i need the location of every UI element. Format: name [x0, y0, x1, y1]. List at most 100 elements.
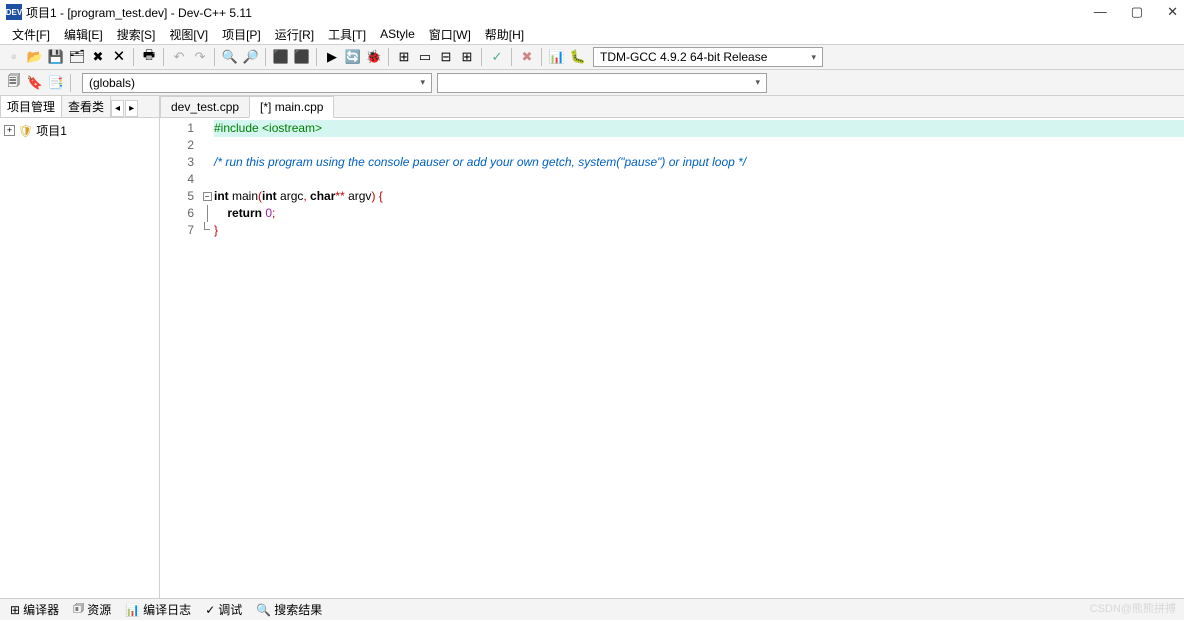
- bottom-tabs: ⊞编译器 🗊资源 📊编译日志 ✓调试 🔍搜索结果: [0, 598, 1184, 620]
- toolbar-separator: [316, 48, 318, 66]
- compile-icon[interactable]: ⬛: [271, 47, 291, 67]
- toolbar-separator: [133, 48, 135, 66]
- undo-icon[interactable]: ↶: [169, 47, 189, 67]
- sidebar-nav-right[interactable]: ▸: [125, 100, 138, 117]
- tree-expand-icon[interactable]: +: [4, 125, 15, 136]
- sidebar-tab-project[interactable]: 项目管理: [0, 95, 62, 117]
- project-sidebar: 项目管理 查看类 ◂ ▸ + 🛡 项目1: [0, 96, 160, 598]
- code-include: #include <iostream>: [214, 121, 322, 135]
- minimize-button[interactable]: —: [1094, 4, 1107, 20]
- line-number: 7: [162, 222, 194, 239]
- menu-window[interactable]: 窗口[W]: [423, 25, 477, 44]
- code-content[interactable]: #include <iostream> /* run this program …: [214, 118, 1184, 598]
- toolbar-separator: [214, 48, 216, 66]
- profile-icon[interactable]: 📊: [547, 47, 567, 67]
- toolbar-secondary: 🗐 🔖 📑 (globals) ▾ ▾: [0, 70, 1184, 96]
- line-gutter: 1 2 3 4 5 6 7: [160, 118, 200, 598]
- compile-run-icon[interactable]: ▶: [322, 47, 342, 67]
- new-project-icon[interactable]: 🗐: [4, 73, 24, 93]
- close-button[interactable]: ✕: [1167, 4, 1178, 20]
- title-bar: DEV 项目1 - [program_test.dev] - Dev-C++ 5…: [0, 0, 1184, 24]
- compiler-select[interactable]: TDM-GCC 4.9.2 64-bit Release ▾: [593, 47, 823, 67]
- compiler-select-value: TDM-GCC 4.9.2 64-bit Release: [600, 50, 767, 64]
- chevron-down-icon: ▾: [811, 52, 816, 63]
- menu-file[interactable]: 文件[F]: [6, 25, 56, 44]
- print-icon[interactable]: 🖶: [139, 47, 159, 67]
- menu-project[interactable]: 项目[P]: [216, 25, 267, 44]
- open-file-icon[interactable]: 📂: [25, 47, 45, 67]
- window-icon[interactable]: ▭: [415, 47, 435, 67]
- toolbar-main: ▫️ 📂 💾 🗂 ✖ 🗙 🖶 ↶ ↷ 🔍 🔎 ⬛ ⬛ ▶ 🔄 🐞 ⊞ ▭ ⊟ ⊞…: [0, 44, 1184, 70]
- toolbar-separator: [70, 74, 72, 92]
- menu-view[interactable]: 视图[V]: [163, 25, 214, 44]
- stack-icon: 🗊: [73, 599, 84, 620]
- rebuild-all-icon[interactable]: 🔄: [343, 47, 363, 67]
- fold-toggle-icon[interactable]: −: [203, 192, 212, 201]
- menu-search[interactable]: 搜索[S]: [111, 25, 162, 44]
- bottom-tab-compilelog[interactable]: 📊编译日志: [119, 599, 197, 620]
- project-tree: + 🛡 项目1: [0, 118, 159, 598]
- line-number: 5: [162, 188, 194, 205]
- debug-icon[interactable]: 🐞: [364, 47, 384, 67]
- goto-bookmark-icon[interactable]: 📑: [46, 73, 66, 93]
- toolbar-separator: [511, 48, 513, 66]
- toolbar-separator: [388, 48, 390, 66]
- new-file-icon[interactable]: ▫️: [4, 47, 24, 67]
- code-editor[interactable]: 1 2 3 4 5 6 7 − #include <iostream> /* r…: [160, 118, 1184, 598]
- menu-help[interactable]: 帮助[H]: [479, 25, 530, 44]
- sidebar-tab-class[interactable]: 查看类: [61, 95, 111, 117]
- chart-icon: 📊: [125, 603, 140, 617]
- shield-icon: 🛡: [18, 124, 33, 138]
- menu-edit[interactable]: 编辑[E]: [58, 25, 109, 44]
- code-comment: /* run this program using the console pa…: [214, 155, 746, 169]
- chevron-down-icon: ▾: [420, 77, 425, 88]
- fold-column: −: [200, 118, 214, 598]
- menu-tools[interactable]: 工具[T]: [322, 25, 372, 44]
- redo-icon[interactable]: ↷: [190, 47, 210, 67]
- toolbar-separator: [541, 48, 543, 66]
- maximize-button[interactable]: ▢: [1131, 4, 1143, 20]
- toolbar-separator: [265, 48, 267, 66]
- sidebar-tabs: 项目管理 查看类 ◂ ▸: [0, 96, 159, 118]
- find-icon[interactable]: 🔍: [220, 47, 240, 67]
- line-number: 1: [162, 120, 194, 137]
- class-scope-value: (globals): [89, 76, 135, 90]
- tree-root-label: 项目1: [36, 122, 67, 139]
- check-icon[interactable]: ✓: [487, 47, 507, 67]
- grid2-icon[interactable]: ⊟: [436, 47, 456, 67]
- menu-astyle[interactable]: AStyle: [374, 26, 421, 42]
- grid1-icon[interactable]: ⊞: [394, 47, 414, 67]
- delete-profile-icon[interactable]: 🐛: [568, 47, 588, 67]
- search-icon: 🔍: [256, 603, 271, 617]
- line-number: 3: [162, 154, 194, 171]
- file-tab-devtest[interactable]: dev_test.cpp: [160, 96, 250, 117]
- bottom-tab-resources[interactable]: 🗊资源: [67, 597, 117, 622]
- main-area: 项目管理 查看类 ◂ ▸ + 🛡 项目1 dev_test.cpp [*] ma…: [0, 96, 1184, 598]
- run-icon[interactable]: ⬛: [292, 47, 312, 67]
- check-icon: ✓: [205, 603, 215, 617]
- bottom-tab-compiler[interactable]: ⊞编译器: [4, 599, 65, 620]
- grid3-icon[interactable]: ⊞: [457, 47, 477, 67]
- save-all-icon[interactable]: 🗂: [67, 47, 87, 67]
- chevron-down-icon: ▾: [755, 77, 760, 88]
- file-tab-main[interactable]: [*] main.cpp: [249, 96, 334, 118]
- menu-run[interactable]: 运行[R]: [269, 25, 320, 44]
- close-all-icon[interactable]: 🗙: [109, 47, 129, 67]
- function-scope-select[interactable]: ▾: [437, 73, 767, 93]
- bottom-tab-debug[interactable]: ✓调试: [199, 599, 248, 620]
- menu-bar: 文件[F] 编辑[E] 搜索[S] 视图[V] 项目[P] 运行[R] 工具[T…: [0, 24, 1184, 44]
- line-number: 2: [162, 137, 194, 154]
- class-scope-select[interactable]: (globals) ▾: [82, 73, 432, 93]
- save-icon[interactable]: 💾: [46, 47, 66, 67]
- tree-root-item[interactable]: + 🛡 项目1: [4, 122, 155, 139]
- line-number: 6: [162, 205, 194, 222]
- replace-icon[interactable]: 🔎: [241, 47, 261, 67]
- stop-icon[interactable]: ✖: [517, 47, 537, 67]
- sidebar-nav-left[interactable]: ◂: [111, 100, 124, 117]
- bookmark-icon[interactable]: 🔖: [25, 73, 45, 93]
- bottom-tab-search[interactable]: 🔍搜索结果: [250, 599, 328, 620]
- fold-end-icon: [204, 222, 210, 230]
- fold-line-icon: [207, 205, 208, 222]
- close-file-icon[interactable]: ✖: [88, 47, 108, 67]
- toolbar-separator: [163, 48, 165, 66]
